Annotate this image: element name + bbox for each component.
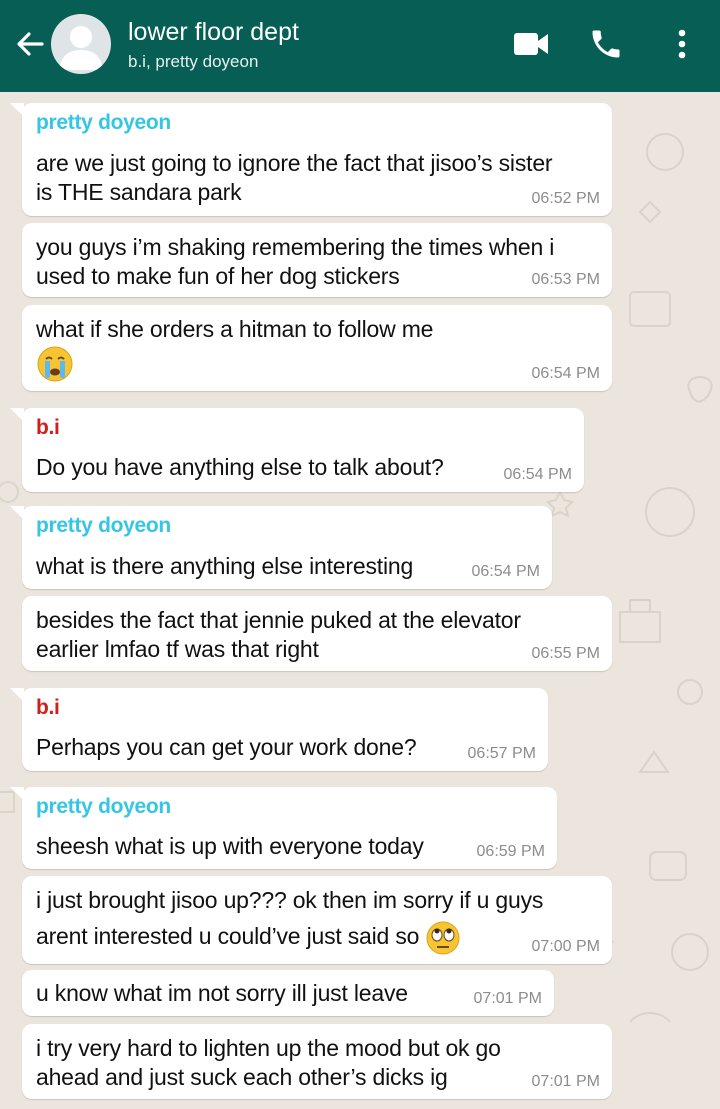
- message-bubble[interactable]: pretty doyeon what is there anything els…: [10, 506, 552, 589]
- video-call-icon[interactable]: [512, 30, 550, 58]
- back-arrow-icon[interactable]: [12, 26, 48, 62]
- message-line: ahead and just suck each other’s dicks i…: [36, 1064, 448, 1090]
- message-bubble[interactable]: b.i Do you have anything else to talk ab…: [10, 408, 584, 492]
- message-line-text: arent interested u could’ve just said so: [36, 923, 420, 950]
- message-bubble[interactable]: what if she orders a hitman to follow me…: [22, 305, 612, 391]
- group-avatar[interactable]: [51, 14, 111, 74]
- sender-name[interactable]: b.i: [36, 416, 60, 440]
- message-bubble[interactable]: you guys i’m shaking remembering the tim…: [22, 223, 612, 297]
- message-time: 06:54 PM: [531, 365, 600, 382]
- message-line: earlier lmfao tf was that right: [36, 636, 319, 662]
- message-line: u know what im not sorry ill just leave: [36, 980, 408, 1006]
- message-line: what if she orders a hitman to follow me: [36, 316, 434, 342]
- message-bubble[interactable]: besides the fact that jennie puked at th…: [22, 596, 612, 671]
- message-time: 07:00 PM: [531, 938, 600, 955]
- message-time: 06:52 PM: [531, 190, 600, 207]
- phone-icon[interactable]: [588, 26, 624, 62]
- message-line: i try very hard to lighten up the mood b…: [36, 1035, 501, 1061]
- message-time: 06:57 PM: [467, 745, 536, 762]
- message-bubble[interactable]: u know what im not sorry ill just leave …: [22, 970, 554, 1016]
- message-line: used to make fun of her dog stickers: [36, 263, 400, 289]
- message-line: besides the fact that jennie puked at th…: [36, 607, 521, 633]
- message-line: i just brought jisoo up??? ok then im so…: [36, 887, 544, 913]
- message-line: is THE sandara park: [36, 179, 242, 205]
- message-line: Perhaps you can get your work done?: [36, 734, 417, 760]
- message-time: 06:54 PM: [471, 563, 540, 580]
- message-line: what is there anything else interesting: [36, 553, 414, 579]
- crying-face-emoji: [37, 346, 73, 382]
- message-line: you guys i’m shaking remembering the tim…: [36, 234, 555, 260]
- chat-header: lower floor dept b.i, pretty doyeon: [0, 0, 720, 92]
- message-list[interactable]: pretty doyeon are we just going to ignor…: [0, 92, 720, 1109]
- message-time: 06:59 PM: [476, 843, 545, 860]
- chat-title[interactable]: lower floor dept: [128, 18, 299, 47]
- message-line: sheesh what is up with everyone today: [36, 833, 424, 859]
- message-time: 06:55 PM: [531, 645, 600, 662]
- chat-participants[interactable]: b.i, pretty doyeon: [128, 52, 258, 72]
- message-bubble[interactable]: pretty doyeon sheesh what is up with eve…: [10, 787, 557, 869]
- message-line: Do you have anything else to talk about?: [36, 454, 444, 480]
- default-avatar-icon: [59, 26, 103, 70]
- sender-name[interactable]: b.i: [36, 696, 60, 720]
- message-bubble[interactable]: pretty doyeon are we just going to ignor…: [10, 103, 612, 216]
- message-time: 06:53 PM: [531, 271, 600, 288]
- message-bubble[interactable]: i just brought jisoo up??? ok then im so…: [22, 876, 612, 964]
- sender-name[interactable]: pretty doyeon: [36, 111, 171, 135]
- message-bubble[interactable]: b.i Perhaps you can get your work done? …: [10, 688, 548, 771]
- message-line: arent interested u could’ve just said so: [36, 920, 461, 956]
- sender-name[interactable]: pretty doyeon: [36, 514, 171, 538]
- message-time: 06:54 PM: [503, 466, 572, 483]
- sender-name[interactable]: pretty doyeon: [36, 795, 171, 819]
- message-time: 07:01 PM: [473, 990, 542, 1007]
- eye-roll-emoji: [426, 921, 460, 955]
- message-bubble[interactable]: i try very hard to lighten up the mood b…: [22, 1024, 612, 1099]
- message-time: 07:01 PM: [531, 1073, 600, 1090]
- message-line: are we just going to ignore the fact tha…: [36, 150, 553, 176]
- more-vert-icon[interactable]: [672, 28, 692, 62]
